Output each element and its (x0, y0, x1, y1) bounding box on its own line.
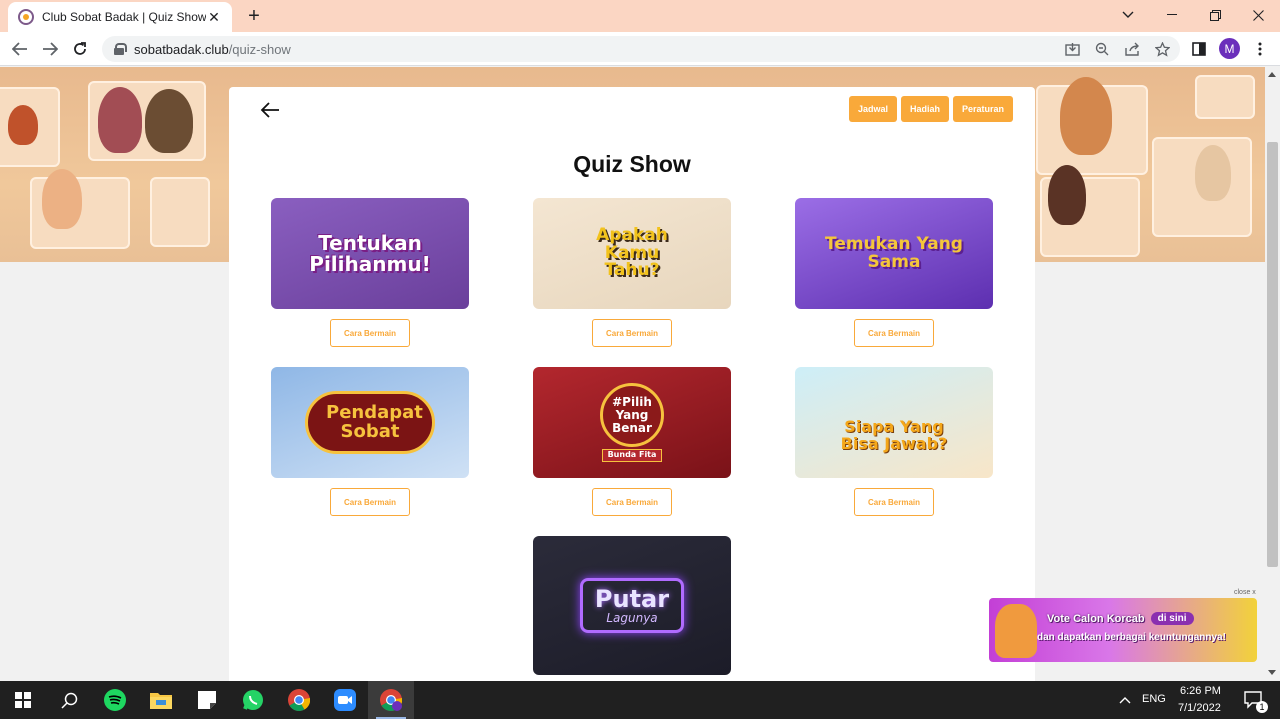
windows-taskbar: ENG 6:26 PM 7/1/2022 1 (0, 681, 1280, 719)
reload-icon[interactable] (69, 38, 91, 60)
back-arrow-icon[interactable] (259, 99, 281, 121)
tab-title: Club Sobat Badak | Quiz Show (42, 10, 206, 24)
profile-avatar[interactable]: M (1219, 38, 1240, 59)
notification-count: 1 (1256, 701, 1268, 713)
game-title: Siapa Yang Bisa Jawab? (840, 416, 948, 453)
game-title: #Pilih Yang Benar (600, 383, 664, 448)
promo-headline: Vote Calon Korcab (1047, 612, 1145, 625)
game-card-pendapat-sobat: Pendapat Sobat Cara Bermain (271, 367, 469, 516)
zoom-icon[interactable] (1094, 41, 1110, 57)
how-to-play-button[interactable]: Cara Bermain (330, 488, 410, 516)
how-to-play-button[interactable]: Cara Bermain (592, 488, 672, 516)
side-panel-icon[interactable] (1190, 40, 1208, 58)
game-thumbnail[interactable]: #Pilih Yang Benar Bunda Fita (533, 367, 731, 478)
game-card-pilih-yang-benar: #Pilih Yang Benar Bunda Fita Cara Bermai… (533, 367, 731, 516)
game-title: Pendapat Sobat (305, 390, 435, 455)
page-title: Quiz Show (573, 151, 691, 177)
page-viewport: Jadwal Hadiah Peraturan Quiz Show Tentuk… (0, 67, 1265, 681)
how-to-play-button[interactable]: Cara Bermain (330, 319, 410, 347)
lock-icon (114, 43, 127, 55)
promo-subline: dan dapatkan berbagai keuntungannya! (1037, 632, 1226, 643)
jadwal-button[interactable]: Jadwal (848, 96, 897, 122)
chevron-up-icon[interactable] (1113, 681, 1137, 719)
scrollbar-thumb[interactable] (1267, 142, 1278, 567)
notification-center-icon[interactable]: 1 (1234, 681, 1274, 719)
kebab-menu-icon[interactable] (1251, 40, 1269, 58)
how-to-play-button[interactable]: Cara Bermain (592, 319, 672, 347)
game-thumbnail[interactable]: Siapa Yang Bisa Jawab? (795, 367, 993, 478)
scroll-down-arrow-icon[interactable] (1268, 670, 1276, 675)
game-title: Temukan Yang Sama (825, 233, 963, 272)
file-explorer-icon[interactable] (138, 681, 184, 719)
browser-tab-bar: Club Sobat Badak | Quiz Show ✕ + (0, 0, 1280, 32)
game-card-siapa-yang-bisa-jawab: Siapa Yang Bisa Jawab? Cara Bermain (795, 367, 993, 516)
bookmark-star-icon[interactable] (1154, 41, 1170, 57)
chrome-icon[interactable] (276, 681, 322, 719)
game-title: Tentukan Pilihanmu! (309, 230, 431, 276)
tab-close-icon[interactable]: ✕ (206, 9, 222, 26)
forward-arrow-icon[interactable] (39, 38, 61, 60)
install-app-icon[interactable] (1064, 41, 1080, 57)
start-icon[interactable] (0, 681, 46, 719)
back-arrow-icon[interactable] (9, 38, 31, 60)
game-title: Putar (594, 584, 670, 613)
restore-icon[interactable] (1193, 0, 1237, 30)
game-card-apakah-kamu-tahu: Apakah Kamu Tahu? Cara Bermain (533, 198, 731, 347)
hadiah-button[interactable]: Hadiah (900, 96, 949, 122)
spotify-icon[interactable] (92, 681, 138, 719)
game-subtitle: Bunda Fita (601, 449, 663, 462)
clock-date[interactable]: 7/1/2022 (1178, 702, 1221, 714)
peraturan-button[interactable]: Peraturan (952, 96, 1013, 122)
game-card-tentukan-pilihanmu: Tentukan Pilihanmu! Cara Bermain (271, 198, 469, 347)
game-thumbnail[interactable]: Pendapat Sobat (271, 367, 469, 478)
promo-close-button[interactable]: close x (1234, 589, 1256, 596)
page-scrollbar[interactable] (1265, 67, 1280, 681)
tab-search-chevron-icon[interactable] (1106, 0, 1150, 30)
share-icon[interactable] (1124, 41, 1140, 57)
game-thumbnail[interactable]: Putar Lagunya (533, 536, 731, 675)
game-card-temukan-yang-sama: Temukan Yang Sama Cara Bermain (795, 198, 993, 347)
address-bar[interactable]: sobatbadak.club/quiz-show (102, 36, 1180, 62)
page-nav-buttons: Jadwal Hadiah Peraturan (848, 96, 1013, 122)
site-favicon-icon (18, 9, 34, 25)
promo-link-pill[interactable]: di sini (1150, 612, 1194, 625)
browser-toolbar: sobatbadak.club/quiz-show M (0, 32, 1280, 66)
game-title: Apakah Kamu Tahu? (596, 224, 668, 281)
mascot-icon (995, 604, 1037, 658)
minimize-icon[interactable] (1150, 0, 1194, 30)
how-to-play-button[interactable]: Cara Bermain (854, 488, 934, 516)
search-icon[interactable] (46, 681, 92, 719)
scroll-up-arrow-icon[interactable] (1268, 72, 1276, 77)
browser-tab[interactable]: Club Sobat Badak | Quiz Show ✕ (8, 2, 232, 32)
game-thumbnail[interactable]: Apakah Kamu Tahu? (533, 198, 731, 309)
sticky-notes-icon[interactable] (184, 681, 230, 719)
whatsapp-icon[interactable] (230, 681, 276, 719)
close-window-icon[interactable] (1236, 0, 1280, 30)
game-thumbnail[interactable]: Temukan Yang Sama (795, 198, 993, 309)
game-thumbnail[interactable]: Tentukan Pilihanmu! (271, 198, 469, 309)
quiz-show-panel: Jadwal Hadiah Peraturan Quiz Show Tentuk… (229, 87, 1035, 681)
url-text: sobatbadak.club/quiz-show (134, 41, 291, 57)
vote-promo-banner[interactable]: Vote Calon Korcab di sini dan dapatkan b… (989, 598, 1257, 662)
game-subtitle: Lagunya (606, 610, 658, 625)
game-card-putar-lagunya: Putar Lagunya (533, 536, 731, 675)
input-language[interactable]: ENG (1142, 693, 1166, 705)
chrome-profile-icon[interactable] (368, 681, 414, 719)
clock-time[interactable]: 6:26 PM (1180, 685, 1221, 697)
zoom-icon[interactable] (322, 681, 368, 719)
how-to-play-button[interactable]: Cara Bermain (854, 319, 934, 347)
new-tab-button[interactable]: + (243, 5, 265, 28)
